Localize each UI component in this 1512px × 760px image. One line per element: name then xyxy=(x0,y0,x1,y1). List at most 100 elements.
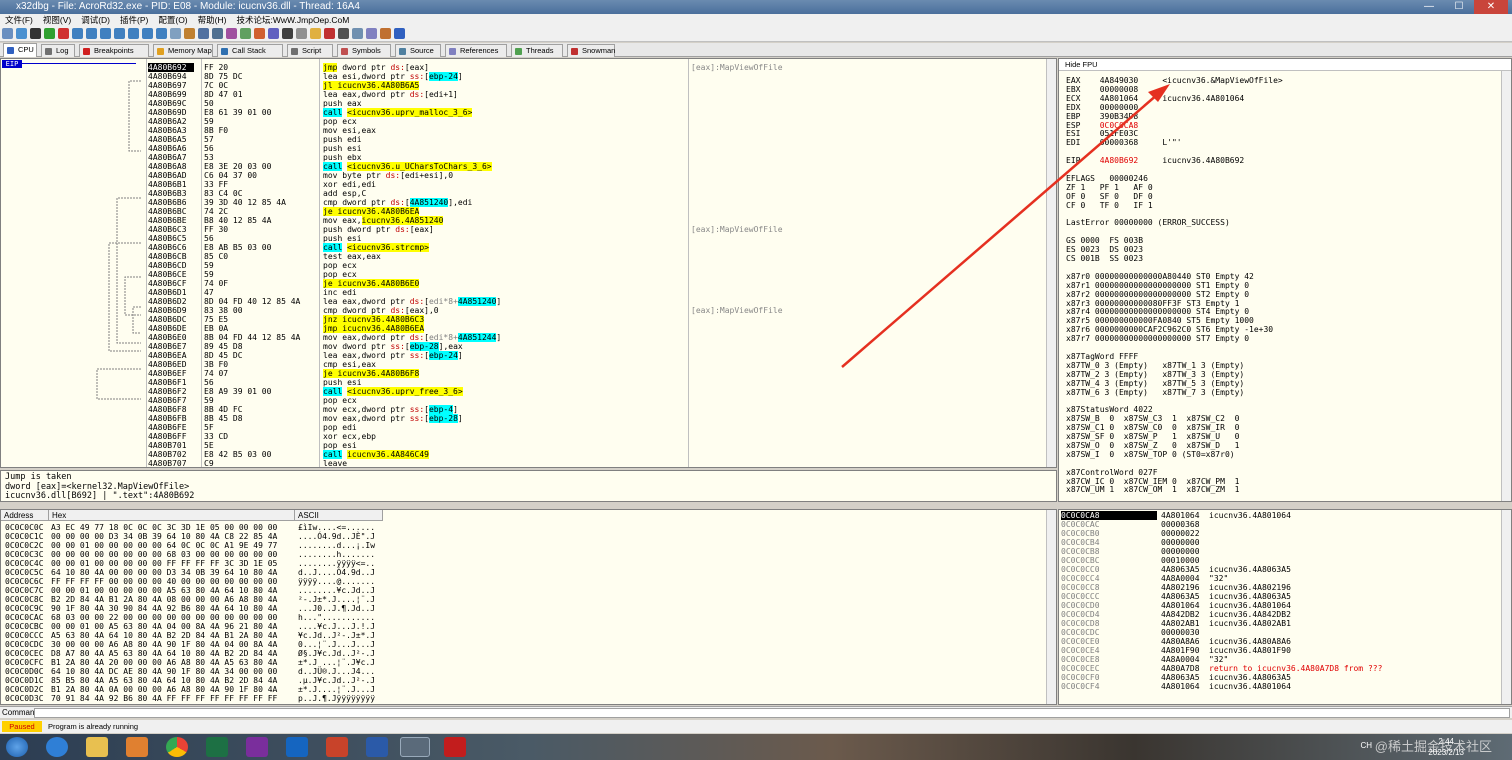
menu-debug[interactable]: 调试(D) xyxy=(76,14,115,26)
symbols-icon[interactable] xyxy=(239,28,251,39)
disassembly-panel[interactable]: 4A80B692 FF 20 jmp dword ptr ds:[eax] [eax]… xyxy=(0,58,1057,468)
outlook-icon[interactable] xyxy=(286,737,308,757)
disasm-row[interactable]: 4A80B701 5E pop esi xyxy=(1,441,1046,450)
run-to-user-icon[interactable] xyxy=(127,28,139,39)
disasm-row[interactable]: 4A80B6A7 53 push ebx xyxy=(1,153,1046,162)
run-icon[interactable] xyxy=(43,28,55,39)
stack-address[interactable]: 0C0C0CE4 xyxy=(1061,646,1157,655)
stack-address[interactable]: 0C0C0CBC xyxy=(1061,556,1157,565)
restart-icon[interactable] xyxy=(15,28,27,39)
disasm-row[interactable]: 4A80B6BE B8 40 12 85 4A mov eax,icucnv36.4… xyxy=(1,216,1046,225)
registers-panel[interactable]: Hide FPU EAX 4A849030 <icucnv36.&MapView… xyxy=(1058,58,1512,502)
stack-address[interactable]: 0C0C0CF0 xyxy=(1061,673,1157,682)
disasm-row[interactable]: 4A80B6EA 8D 45 DC lea eax,dword ptr ss:[eb… xyxy=(1,351,1046,360)
disasm-row[interactable]: 4A80B6CE 59 pop ecx xyxy=(1,270,1046,279)
trace-over-icon[interactable] xyxy=(113,28,125,39)
tab-symbols[interactable]: Symbols xyxy=(337,44,391,57)
pause-icon[interactable] xyxy=(57,28,69,39)
menu-file[interactable]: 文件(F) xyxy=(0,14,38,26)
callstack-icon[interactable] xyxy=(211,28,223,39)
stack-address[interactable]: 0C0C0CEC xyxy=(1061,664,1157,673)
stack-address[interactable]: 0C0C0CD8 xyxy=(1061,619,1157,628)
minimize-button[interactable]: — xyxy=(1416,0,1442,14)
disasm-row[interactable]: 4A80B6CF 74 0F je icucnv36.4A80B6E0 xyxy=(1,279,1046,288)
stack-address[interactable]: 0C0C0CDC xyxy=(1061,628,1157,637)
patch-icon[interactable] xyxy=(365,28,377,39)
stack-address[interactable]: 0C0C0CF4 xyxy=(1061,682,1157,691)
label-icon[interactable] xyxy=(309,28,321,39)
ie-icon[interactable] xyxy=(46,737,68,757)
disasm-row[interactable]: 4A80B702 E8 42 B5 03 00 call icucnv36.4A84… xyxy=(1,450,1046,459)
disasm-row[interactable]: 4A80B6E0 8B 04 FD 44 12 85 4A mov eax,dwor… xyxy=(1,333,1046,342)
disasm-row[interactable]: 4A80B707 C9 leave xyxy=(1,459,1046,467)
disasm-row[interactable]: 4A80B6C5 56 push esi xyxy=(1,234,1046,243)
script-icon[interactable] xyxy=(225,28,237,39)
disasm-row[interactable]: 4A80B6EF 74 07 je icucnv36.4A80B6F8 xyxy=(1,369,1046,378)
disassembly-scrollbar[interactable] xyxy=(1046,59,1056,467)
chrome-icon[interactable] xyxy=(166,737,188,757)
column-address[interactable]: Address xyxy=(1,510,49,521)
stack-address[interactable]: 0C0C0CE8 xyxy=(1061,655,1157,664)
disasm-row[interactable]: 4A80B6FE 5F pop edi xyxy=(1,423,1046,432)
disasm-row[interactable]: 4A80B6DE EB 0A jmp icucnv36.4A80B6EA xyxy=(1,324,1046,333)
comment-icon[interactable] xyxy=(295,28,307,39)
stack-address[interactable]: 0C0C0CC4 xyxy=(1061,574,1157,583)
disasm-row[interactable]: 4A80B6E7 89 45 D8 mov dword ptr ss:[ebp-28… xyxy=(1,342,1046,351)
menu-plugins[interactable]: 插件(P) xyxy=(115,14,153,26)
language-indicator[interactable]: CH xyxy=(1360,741,1372,750)
onenote-icon[interactable] xyxy=(246,737,268,757)
disasm-row[interactable]: 4A80B6F8 8B 4D FC mov ecx,dword ptr ss:[eb… xyxy=(1,405,1046,414)
start-button-icon[interactable] xyxy=(6,737,28,757)
disasm-row[interactable]: 4A80B6D1 47 inc edi xyxy=(1,288,1046,297)
stack-address[interactable]: 0C0C0CCC xyxy=(1061,592,1157,601)
disasm-row[interactable]: 4A80B699 8D 47 01 lea eax,dword ptr ds:[ed… xyxy=(1,90,1046,99)
execute-till-return-icon[interactable] xyxy=(141,28,153,39)
memory-icon[interactable] xyxy=(197,28,209,39)
step-into-icon[interactable] xyxy=(71,28,83,39)
disasm-row[interactable]: 4A80B6CD 59 pop ecx xyxy=(1,261,1046,270)
clock[interactable]: 2:44 2023/2/13 xyxy=(1428,736,1464,758)
function-icon[interactable] xyxy=(337,28,349,39)
code-icon[interactable] xyxy=(281,28,293,39)
stack-address[interactable]: 0C0C0CC8 xyxy=(1061,583,1157,592)
stack-address[interactable]: 0C0C0CD0 xyxy=(1061,601,1157,610)
excel-icon[interactable] xyxy=(206,737,228,757)
run-to-selection-icon[interactable] xyxy=(155,28,167,39)
close-file-icon[interactable] xyxy=(29,28,41,39)
source-icon[interactable] xyxy=(253,28,265,39)
maximize-button[interactable]: ☐ xyxy=(1446,0,1472,14)
disasm-row[interactable]: 4A80B6C3 FF 30 push dword ptr ds:[eax] [eax… xyxy=(1,225,1046,234)
disasm-row[interactable]: 4A80B6FB 8B 45 D8 mov eax,dword ptr ss:[eb… xyxy=(1,414,1046,423)
stack-scrollbar[interactable] xyxy=(1501,510,1511,704)
string-icon[interactable] xyxy=(351,28,363,39)
disasm-row[interactable]: 4A80B6B6 39 3D 40 12 85 4A cmp dword ptr d… xyxy=(1,198,1046,207)
column-ascii[interactable]: ASCII xyxy=(295,510,383,521)
tab-call-stack[interactable]: Call Stack xyxy=(217,44,283,57)
hide-fpu-button[interactable]: Hide FPU xyxy=(1059,59,1511,71)
disasm-row[interactable]: 4A80B6D9 83 38 00 cmp dword ptr ds:[eax],0… xyxy=(1,306,1046,315)
stack-address[interactable]: 0C0C0CB4 xyxy=(1061,538,1157,547)
animate-icon[interactable] xyxy=(169,28,181,39)
dump-scrollbar[interactable] xyxy=(1046,510,1056,704)
disasm-row[interactable]: 4A80B6BC 74 2C je icucnv36.4A80B6EA xyxy=(1,207,1046,216)
disasm-row[interactable]: 4A80B6F7 59 pop ecx xyxy=(1,396,1046,405)
disasm-row[interactable]: 4A80B6D2 8D 04 FD 40 12 85 4A lea eax,dwor… xyxy=(1,297,1046,306)
registers-scrollbar[interactable] xyxy=(1501,71,1511,501)
tab-script[interactable]: Script xyxy=(287,44,333,57)
breakpoint-icon[interactable] xyxy=(183,28,195,39)
references-icon[interactable] xyxy=(267,28,279,39)
stack-panel[interactable]: 0C0C0CA8 4A801064 icucnv36.4A801064 0C0C0CA… xyxy=(1058,509,1512,705)
dump-panel[interactable]: Address Hex ASCII 0C0C0C0C A3 EC 49 77 18… xyxy=(0,509,1057,705)
disasm-row[interactable]: 4A80B6F1 56 push esi xyxy=(1,378,1046,387)
tab-snowman[interactable]: Snowman xyxy=(567,44,615,57)
disasm-row[interactable]: 4A80B6FF 33 CD xor ecx,ebp xyxy=(1,432,1046,441)
tab-log[interactable]: Log xyxy=(41,44,75,57)
stack-address[interactable]: 0C0C0CC0 xyxy=(1061,565,1157,574)
disasm-row[interactable]: 4A80B694 8D 75 DC lea esi,dword ptr ss:[eb… xyxy=(1,72,1046,81)
disasm-row[interactable]: 4A80B6CB 85 C0 test eax,eax xyxy=(1,252,1046,261)
disasm-row[interactable]: 4A80B6AD C6 04 37 00 mov byte ptr ds:[edi+… xyxy=(1,171,1046,180)
step-over-icon[interactable] xyxy=(85,28,97,39)
stack-address[interactable]: 0C0C0CB0 xyxy=(1061,529,1157,538)
word-icon[interactable] xyxy=(366,737,388,757)
tab-threads[interactable]: Threads xyxy=(511,44,563,57)
